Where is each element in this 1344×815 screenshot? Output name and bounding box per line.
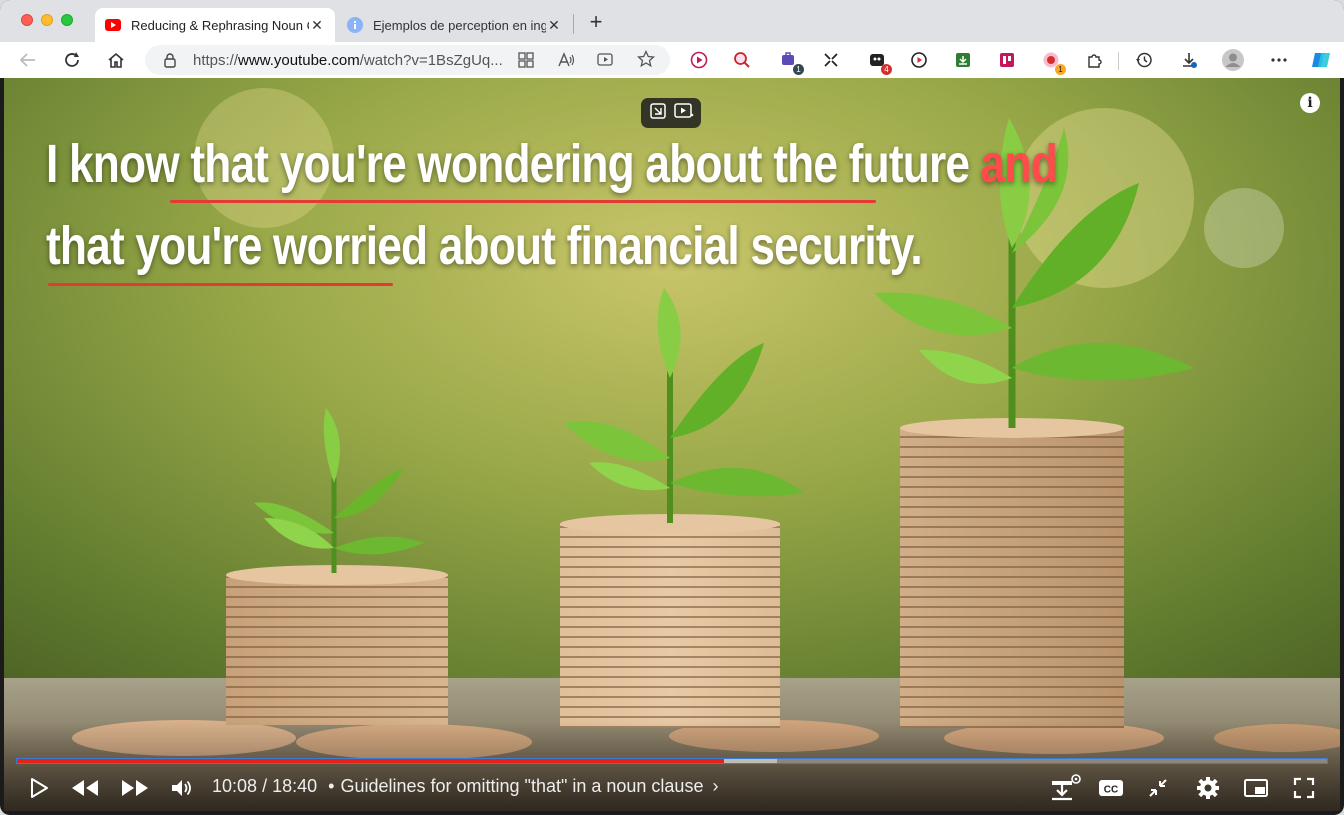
miniplayer-icon — [1244, 779, 1268, 797]
browser-window: Reducing & Rephrasing Noun C ✕ Ejemplos … — [0, 0, 1344, 815]
youtube-icon — [105, 17, 121, 33]
home-button[interactable] — [104, 48, 128, 72]
new-tab-button[interactable]: + — [586, 11, 606, 33]
toolbar-divider — [1118, 52, 1119, 70]
play-icon — [31, 778, 48, 798]
volume-button[interactable] — [168, 774, 196, 802]
time-display: 10:08 / 18:40 • Guidelines for omitting "… — [212, 776, 718, 797]
search-extension-icon[interactable] — [731, 49, 753, 71]
extension-badge: 4 — [881, 64, 892, 75]
puzzle-badge-extension-icon[interactable]: 1 — [778, 49, 804, 75]
fullscreen-button[interactable] — [1290, 774, 1318, 802]
download-settings-icon — [1052, 774, 1081, 801]
controls-gradient — [4, 721, 1340, 811]
info-icon — [347, 17, 363, 33]
fast-forward-button[interactable] — [118, 774, 152, 802]
video-extension-icon[interactable] — [688, 49, 710, 71]
tab-title: Ejemplos de perception en ingl — [373, 17, 546, 33]
rewind-button[interactable] — [68, 774, 102, 802]
address-bar[interactable]: https://www.youtube.com/watch?v=1BsZgUq.… — [145, 45, 670, 75]
history-icon[interactable] — [1133, 49, 1155, 71]
downloads-icon[interactable] — [1178, 49, 1200, 71]
chapter-chevron-icon[interactable]: › — [712, 776, 718, 796]
popout-icon[interactable] — [649, 102, 667, 125]
tab-ejemplos[interactable]: Ejemplos de perception en ingl ✕ — [337, 8, 572, 42]
copilot-icon[interactable] — [1310, 49, 1332, 71]
close-tab-icon[interactable]: ✕ — [309, 17, 325, 33]
dark-extension-icon[interactable]: 4 — [866, 49, 892, 75]
lock-icon[interactable] — [163, 52, 177, 73]
back-button[interactable] — [16, 48, 40, 72]
favorite-star-icon[interactable] — [636, 49, 656, 73]
reload-icon — [65, 52, 79, 67]
video-player[interactable]: I know that you're wondering about the f… — [4, 78, 1340, 811]
tab-title: Reducing & Rephrasing Noun C — [131, 17, 309, 33]
tab-youtube[interactable]: Reducing & Rephrasing Noun C ✕ — [95, 8, 335, 42]
subtitles-button[interactable]: CC — [1096, 774, 1126, 802]
miniplayer-button[interactable] — [1242, 774, 1270, 802]
separator-dot: • — [328, 776, 335, 796]
time-separator: / — [262, 776, 268, 796]
extensions-puzzle-icon[interactable] — [1084, 49, 1106, 71]
caption-underline-2 — [48, 283, 393, 286]
download-extension-icon[interactable] — [952, 49, 974, 71]
settings-button[interactable] — [1194, 774, 1222, 802]
progress-played — [17, 759, 725, 763]
tab-strip: Reducing & Rephrasing Noun C ✕ Ejemplos … — [0, 0, 1344, 42]
close-window-button[interactable] — [21, 14, 33, 26]
info-card-icon[interactable]: i — [1300, 93, 1320, 113]
resize-extension-icon[interactable] — [820, 49, 842, 71]
gear-icon — [1197, 777, 1219, 799]
fullscreen-icon — [1293, 777, 1315, 799]
toolbar: https://www.youtube.com/watch?v=1BsZgUq.… — [0, 42, 1344, 78]
duration: 18:40 — [272, 776, 318, 796]
captions-icon: CC — [1099, 780, 1123, 796]
maximize-window-button[interactable] — [61, 14, 73, 26]
svg-text:CC: CC — [1104, 785, 1118, 796]
close-tab-icon[interactable]: ✕ — [546, 17, 562, 33]
progress-bar[interactable] — [16, 758, 1328, 764]
video-enhance-icon[interactable] — [673, 102, 694, 125]
video-overlay-toolbar — [641, 98, 701, 128]
play-button[interactable] — [26, 774, 52, 802]
video-share-icon[interactable] — [597, 51, 615, 74]
extension-badge: 1 — [793, 64, 804, 75]
miniplayer-shrink-button[interactable] — [1144, 774, 1172, 802]
extension-badge: 1 — [1055, 64, 1066, 75]
minimize-window-button[interactable] — [41, 14, 53, 26]
caption-line-2: that you're worried about financial secu… — [46, 216, 923, 276]
caption-highlight: and — [980, 134, 1058, 194]
rewind-icon — [72, 780, 98, 796]
reload-button[interactable] — [60, 48, 84, 72]
record-extension-icon[interactable]: 1 — [1040, 49, 1066, 75]
apps-icon[interactable] — [517, 51, 535, 74]
home-icon — [108, 52, 124, 68]
read-aloud-icon[interactable] — [557, 51, 575, 74]
profile-avatar[interactable] — [1222, 49, 1244, 71]
volume-icon — [172, 780, 191, 796]
caption-underline-1 — [170, 200, 876, 203]
more-menu-icon[interactable] — [1268, 49, 1290, 71]
video-player-extension-icon[interactable] — [908, 49, 930, 71]
download-autodub-button[interactable] — [1046, 774, 1084, 802]
back-arrow-icon — [19, 53, 35, 67]
url-text[interactable]: https://www.youtube.com/watch?v=1BsZgUq.… — [193, 52, 503, 69]
fast-forward-icon — [122, 780, 148, 796]
current-time: 10:08 — [212, 776, 258, 796]
caption-line-1: I know that you're wondering about the f… — [46, 134, 1058, 194]
chapter-title[interactable]: Guidelines for omitting "that" in a noun… — [340, 776, 703, 796]
collapse-arrows-icon — [1149, 779, 1167, 797]
tab-divider — [573, 14, 574, 34]
board-extension-icon[interactable] — [996, 49, 1018, 71]
